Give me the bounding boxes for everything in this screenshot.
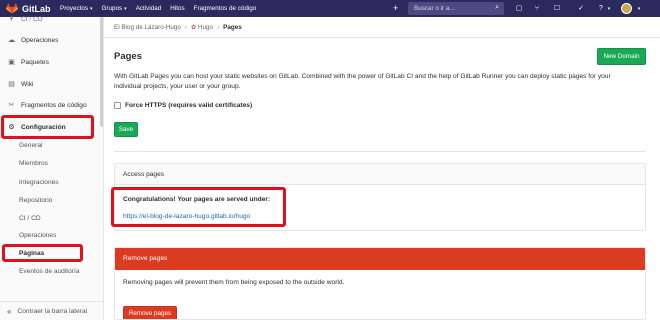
chevron-down-icon: ▾ xyxy=(607,6,611,12)
nav-groups[interactable]: Grupos ▾ xyxy=(102,5,127,12)
book-icon: ▤ xyxy=(8,80,15,88)
collapse-sidebar-label: Contraer la barra lateral xyxy=(17,307,88,315)
breadcrumb-current[interactable]: Pages xyxy=(223,24,242,31)
sidebar-item-packages[interactable]: ▣ Paquetes xyxy=(0,55,104,69)
search-input[interactable]: Buscar o ir a... ⌕ xyxy=(408,2,504,15)
merge-request-icon[interactable]: ⑂ xyxy=(532,4,542,14)
section-divider xyxy=(114,151,646,152)
search-icon: ⌕ xyxy=(495,4,499,11)
sidebar-item-label: Fragmentos de código xyxy=(21,101,87,109)
double-chevron-left-icon: « xyxy=(7,306,12,316)
remove-pages-panel: Remove pages Removing pages will prevent… xyxy=(114,247,646,320)
sidebar-item-label: Paquetes xyxy=(21,58,49,66)
sidebar-subitem-members[interactable]: Miembros xyxy=(0,158,104,170)
sidebar-subitem-repository[interactable]: Repositorio xyxy=(0,195,104,207)
save-button[interactable]: Save xyxy=(114,122,138,137)
chevron-down-icon: ▾ xyxy=(90,5,93,12)
force-https-checkbox[interactable] xyxy=(114,102,121,109)
sidebar-item-label: Configuración xyxy=(21,123,66,131)
plus-icon[interactable]: + xyxy=(393,4,403,13)
sidebar-subitem-pages[interactable]: Páginas xyxy=(0,248,104,260)
sidebar-subitem-operations[interactable]: Operaciones xyxy=(0,230,104,242)
new-domain-button[interactable]: New Domain xyxy=(597,48,646,65)
chevron-right-icon: › xyxy=(184,24,187,31)
access-pages-panel: Access pages Congratulations! Your pages… xyxy=(114,163,646,231)
nav-groups-label: Grupos xyxy=(101,5,123,12)
sidebar-item-label: Wiki xyxy=(21,80,34,88)
remove-pages-button[interactable]: Remove pages xyxy=(123,306,177,319)
sidebar-subitem-audit-events[interactable]: Eventos de auditoría xyxy=(0,266,104,278)
pages-description: With GitLab Pages you can host your stat… xyxy=(114,73,611,90)
sidebar-subitem-integrations[interactable]: Integraciones xyxy=(0,177,104,189)
breadcrumb-group[interactable]: El Blog de Lázaro-Hugo xyxy=(114,24,181,31)
sidebar-item-snippets[interactable]: ✂ Fragmentos de código xyxy=(0,98,104,112)
nav-milestones[interactable]: Hitos xyxy=(170,5,184,12)
header-divider xyxy=(105,37,660,38)
chevron-right-icon: › xyxy=(217,24,220,31)
code-review-icon[interactable]: ▢ xyxy=(514,4,524,14)
remove-pages-warning: Removing pages will prevent them from be… xyxy=(123,279,345,286)
sidebar-subitem-general[interactable]: General xyxy=(0,140,104,152)
sidebar-item-operations[interactable]: ☁ Operaciones xyxy=(0,33,104,47)
sidebar-scrollbar[interactable] xyxy=(100,17,103,127)
access-pages-title: Access pages xyxy=(115,164,645,185)
pages-url-link[interactable]: https://el-blog-de-lazaro-hugo.gitlab.io… xyxy=(123,213,250,220)
sidebar-item-cicd[interactable]: ↟ CI / CD xyxy=(0,12,104,26)
todo-icon[interactable]: ✓ xyxy=(576,4,586,14)
project-avatar-icon: ✿ xyxy=(190,25,196,31)
sidebar-item-settings[interactable]: ⚙ Configuración xyxy=(0,120,104,134)
remove-pages-title: Remove pages xyxy=(115,248,645,270)
rocket-icon: ↟ xyxy=(8,15,15,23)
force-https-label: Force HTTPS (requires valid certificates… xyxy=(125,102,253,109)
cloud-icon: ☁ xyxy=(8,36,15,44)
package-icon: ▣ xyxy=(8,58,15,66)
issues-icon[interactable]: ☐ xyxy=(552,4,562,14)
gear-icon: ⚙ xyxy=(8,123,15,131)
sidebar-item-label: Operaciones xyxy=(21,36,59,44)
user-avatar[interactable] xyxy=(621,3,632,14)
nav-milestones-label: Hitos xyxy=(170,5,185,12)
chevron-down-icon: ▾ xyxy=(637,6,641,12)
nav-activity[interactable]: Actividad xyxy=(136,5,162,12)
page-title: Pages xyxy=(114,51,142,62)
search-placeholder: Buscar o ir a... xyxy=(414,5,455,12)
nav-projects[interactable]: Proyectos ▾ xyxy=(60,5,93,12)
force-https-option[interactable]: Force HTTPS (requires valid certificates… xyxy=(114,102,252,109)
breadcrumb: El Blog de Lázaro-Hugo › ✿ Hugo › Pages xyxy=(114,24,242,31)
sidebar-item-wiki[interactable]: ▤ Wiki xyxy=(0,77,104,91)
nav-snippets[interactable]: Fragmentos de código xyxy=(194,5,257,12)
nav-snippets-label: Fragmentos de código xyxy=(193,5,257,12)
breadcrumb-project[interactable]: Hugo xyxy=(198,24,213,31)
nav-activity-label: Actividad xyxy=(135,5,162,12)
sidebar-subitem-cicd[interactable]: CI / CD xyxy=(0,213,104,225)
sidebar-item-label: CI / CD xyxy=(21,15,43,23)
chevron-down-icon: ▾ xyxy=(124,5,127,12)
collapse-sidebar-button[interactable]: « Contraer la barra lateral xyxy=(0,301,104,320)
congrats-text: Congratulations! Your pages are served u… xyxy=(123,196,271,203)
nav-projects-label: Proyectos xyxy=(60,5,88,12)
scissors-icon: ✂ xyxy=(8,101,15,109)
project-sidebar: ↟ CI / CD ☁ Operaciones ▣ Paquetes ▤ Wik… xyxy=(0,16,104,320)
